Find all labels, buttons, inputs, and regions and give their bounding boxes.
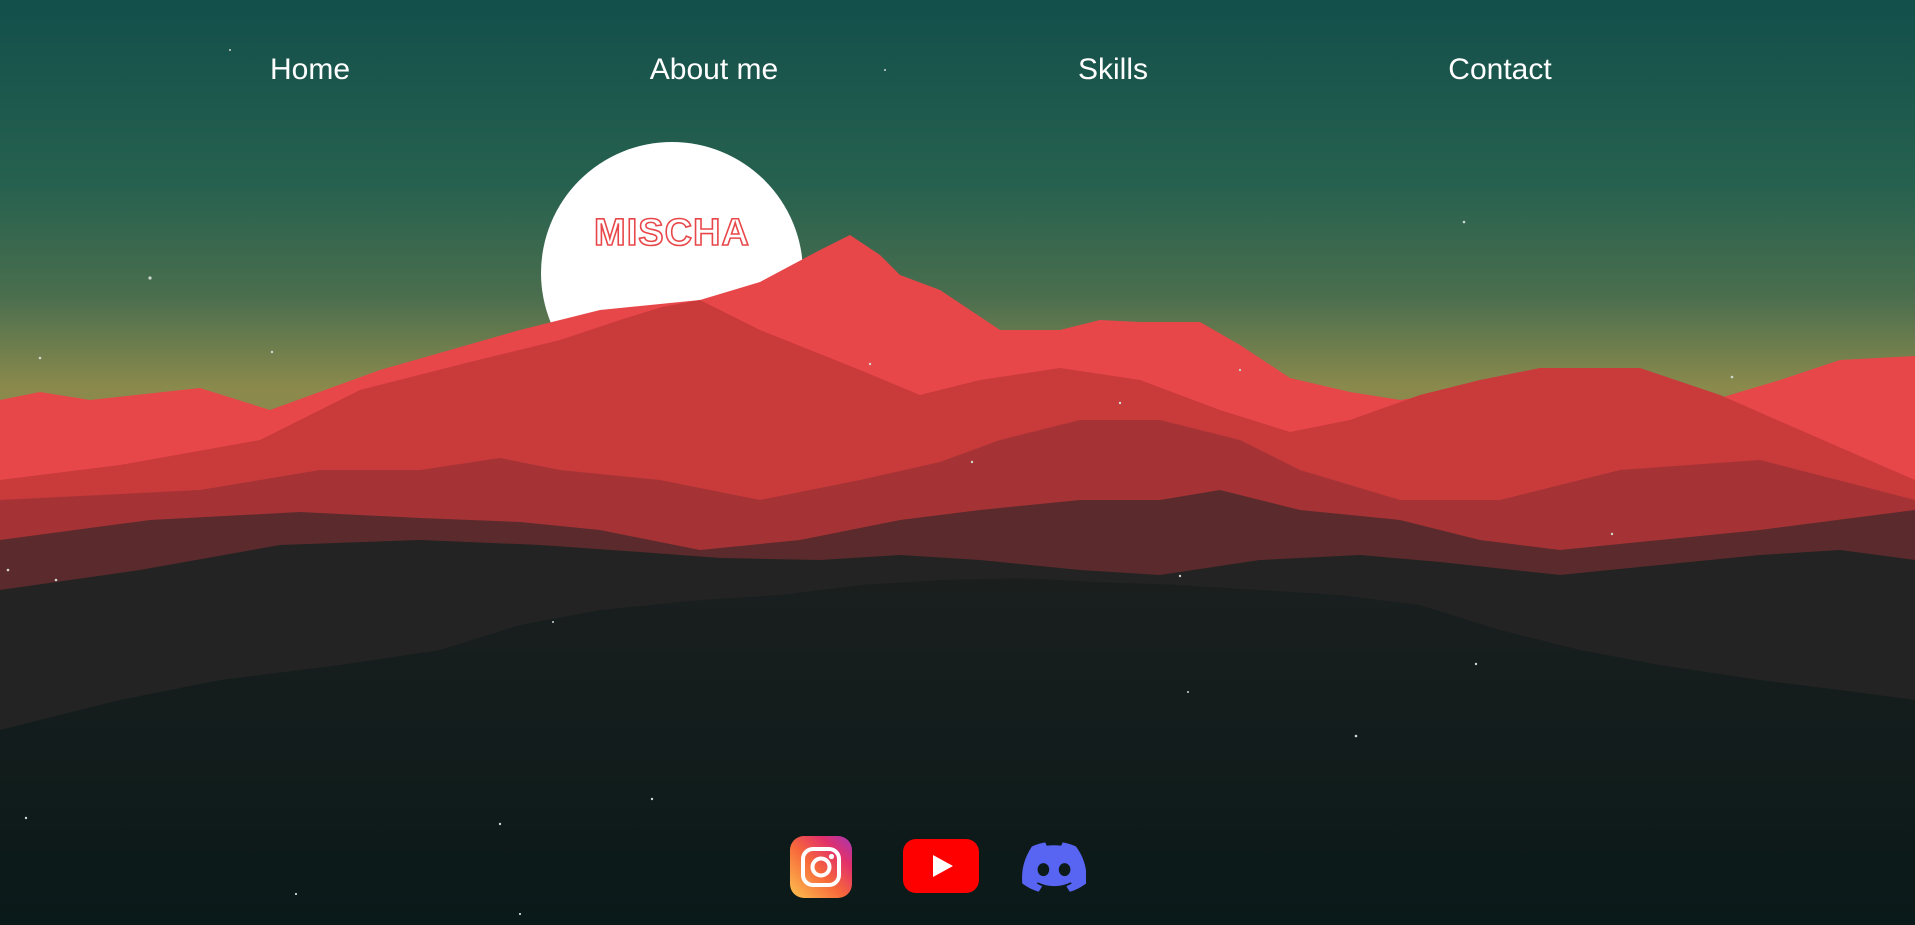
logo-text: MISCHA	[594, 212, 750, 254]
discord-link[interactable]	[1022, 842, 1086, 892]
nav-link-about-me[interactable]: About me	[650, 48, 778, 92]
nav-link-skills[interactable]: Skills	[1078, 48, 1148, 92]
youtube-icon	[903, 839, 979, 893]
nav-link-home[interactable]: Home	[270, 48, 350, 92]
youtube-link[interactable]	[903, 839, 979, 893]
discord-icon	[1022, 842, 1086, 892]
hero-scene: MISCHA Home About me Skills Contact	[0, 0, 1915, 925]
landscape-background: MISCHA	[0, 0, 1915, 925]
nav-link-contact[interactable]: Contact	[1448, 48, 1551, 92]
instagram-link[interactable]	[790, 836, 852, 898]
main-nav: Home About me Skills Contact	[0, 48, 1915, 92]
instagram-icon	[790, 836, 852, 898]
